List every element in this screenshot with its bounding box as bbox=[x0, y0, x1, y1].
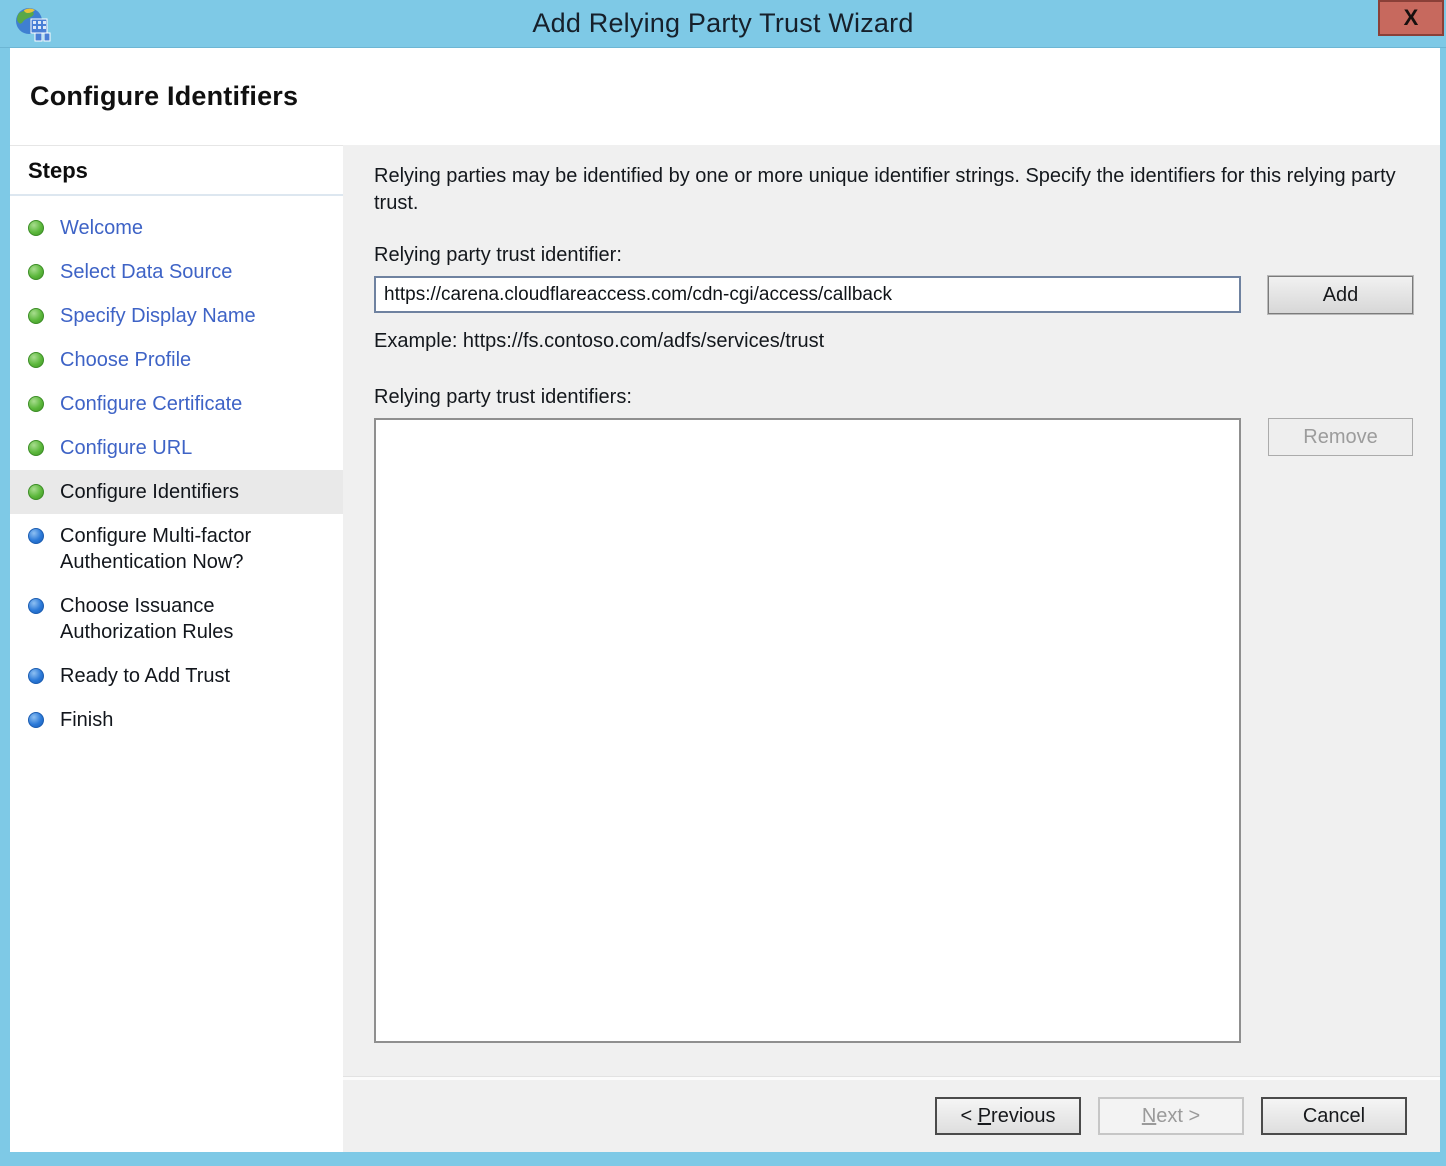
identifiers-list-label: Relying party trust identifiers: bbox=[374, 386, 1413, 409]
footer-bar: < Previous Next > Cancel bbox=[343, 1077, 1440, 1152]
identifier-input-row: Add bbox=[374, 276, 1413, 314]
step-label: Configure Certificate bbox=[60, 391, 242, 417]
sidebar-step-ready-to-add-trust: Ready to Add Trust bbox=[10, 654, 343, 698]
step-label: Configure Multi-factor Authentication No… bbox=[60, 523, 335, 575]
adfs-app-icon bbox=[14, 7, 52, 43]
remove-button[interactable]: Remove bbox=[1268, 418, 1413, 456]
sidebar-step-welcome: Welcome bbox=[10, 206, 343, 250]
steps-heading: Steps bbox=[10, 146, 343, 196]
sidebar-step-choose-issuance-authorization-rules: Choose Issuance Authorization Rules bbox=[10, 584, 343, 654]
identifiers-listbox[interactable] bbox=[374, 418, 1241, 1043]
step-label: Select Data Source bbox=[60, 259, 232, 285]
identifier-field-label: Relying party trust identifier: bbox=[374, 244, 1413, 267]
step-label: Choose Profile bbox=[60, 347, 191, 373]
main-content: Relying parties may be identified by one… bbox=[343, 145, 1440, 1077]
step-label: Finish bbox=[60, 707, 113, 733]
sidebar-step-choose-profile: Choose Profile bbox=[10, 338, 343, 382]
close-icon: X bbox=[1404, 7, 1419, 29]
add-button[interactable]: Add bbox=[1268, 276, 1413, 314]
example-text: Example: https://fs.contoso.com/adfs/ser… bbox=[374, 330, 1413, 353]
steps-list: Welcome Select Data Source Specify Displ… bbox=[10, 206, 343, 742]
main-panel: Relying parties may be identified by one… bbox=[343, 145, 1440, 1152]
step-label: Configure URL bbox=[60, 435, 192, 461]
sidebar-step-configure-multi-factor-authentication-now: Configure Multi-factor Authentication No… bbox=[10, 514, 343, 584]
cancel-button[interactable]: Cancel bbox=[1261, 1097, 1407, 1135]
step-status-bullet-icon bbox=[28, 264, 44, 280]
steps-sidebar: Steps Welcome Select Data Source Specify… bbox=[10, 145, 343, 1152]
step-status-bullet-icon bbox=[28, 712, 44, 728]
step-status-bullet-icon bbox=[28, 598, 44, 614]
step-label: Configure Identifiers bbox=[60, 479, 239, 505]
identifiers-list-row: Remove bbox=[374, 418, 1413, 1043]
step-status-bullet-icon bbox=[28, 220, 44, 236]
page-header: Configure Identifiers bbox=[10, 48, 1440, 145]
step-label: Ready to Add Trust bbox=[60, 663, 230, 689]
sidebar-step-specify-display-name: Specify Display Name bbox=[10, 294, 343, 338]
step-status-bullet-icon bbox=[28, 440, 44, 456]
sidebar-step-configure-certificate: Configure Certificate bbox=[10, 382, 343, 426]
step-status-bullet-icon bbox=[28, 668, 44, 684]
step-status-bullet-icon bbox=[28, 352, 44, 368]
step-label: Welcome bbox=[60, 215, 143, 241]
sidebar-step-select-data-source: Select Data Source bbox=[10, 250, 343, 294]
identifier-input[interactable] bbox=[374, 276, 1241, 313]
window-title: Add Relying Party Trust Wizard bbox=[532, 8, 913, 39]
step-label: Specify Display Name bbox=[60, 303, 256, 329]
next-button[interactable]: Next > bbox=[1098, 1097, 1244, 1135]
window-frame: Configure Identifiers Steps Welcome Sele… bbox=[0, 48, 1446, 1166]
close-button[interactable]: X bbox=[1378, 0, 1444, 36]
sidebar-step-configure-identifiers: Configure Identifiers bbox=[10, 470, 343, 514]
page-title: Configure Identifiers bbox=[30, 81, 298, 112]
page-description: Relying parties may be identified by one… bbox=[374, 163, 1404, 217]
step-status-bullet-icon bbox=[28, 484, 44, 500]
step-status-bullet-icon bbox=[28, 396, 44, 412]
step-status-bullet-icon bbox=[28, 528, 44, 544]
previous-button[interactable]: < Previous bbox=[935, 1097, 1081, 1135]
title-bar[interactable]: Add Relying Party Trust Wizard X bbox=[0, 0, 1446, 48]
step-label: Choose Issuance Authorization Rules bbox=[60, 593, 335, 645]
step-status-bullet-icon bbox=[28, 308, 44, 324]
wizard-window: Add Relying Party Trust Wizard X Configu… bbox=[0, 0, 1446, 1166]
sidebar-step-configure-url: Configure URL bbox=[10, 426, 343, 470]
sidebar-step-finish: Finish bbox=[10, 698, 343, 742]
